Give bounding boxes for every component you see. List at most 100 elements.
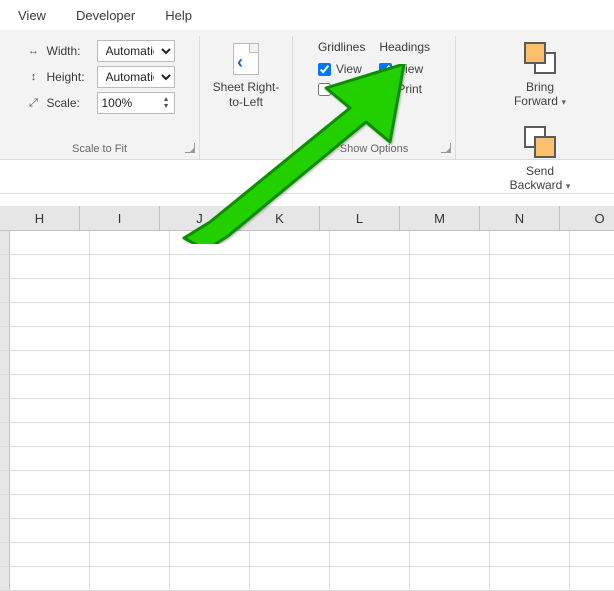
cell[interactable] xyxy=(410,327,490,350)
cell[interactable] xyxy=(410,399,490,422)
cell[interactable] xyxy=(410,567,490,590)
cell[interactable] xyxy=(410,279,490,302)
cell[interactable] xyxy=(10,351,90,374)
cell[interactable] xyxy=(250,375,330,398)
gridlines-print-row[interactable]: Print xyxy=(318,82,361,96)
menu-help[interactable]: Help xyxy=(151,4,206,27)
cell[interactable] xyxy=(10,495,90,518)
cell[interactable] xyxy=(490,519,570,542)
cell[interactable] xyxy=(250,543,330,566)
cell[interactable] xyxy=(250,567,330,590)
column-header[interactable]: M xyxy=(400,206,480,230)
cell[interactable] xyxy=(490,255,570,278)
scale-dialog-launcher[interactable] xyxy=(185,143,195,153)
row-header[interactable] xyxy=(0,375,10,398)
cell[interactable] xyxy=(10,447,90,470)
cell[interactable] xyxy=(170,567,250,590)
cell[interactable] xyxy=(570,471,614,494)
cell[interactable] xyxy=(330,327,410,350)
cell[interactable] xyxy=(90,255,170,278)
column-header[interactable]: O xyxy=(560,206,614,230)
cell[interactable] xyxy=(570,255,614,278)
column-header[interactable]: J xyxy=(160,206,240,230)
cell[interactable] xyxy=(410,303,490,326)
row-header[interactable] xyxy=(0,567,10,590)
cell[interactable] xyxy=(410,447,490,470)
sheet-rtl-button[interactable]: ‹ Sheet Right- to-Left xyxy=(213,40,280,110)
scale-spinner[interactable]: 100% ▲▼ xyxy=(97,92,175,114)
cell[interactable] xyxy=(410,471,490,494)
cell[interactable] xyxy=(10,231,90,254)
cell[interactable] xyxy=(250,495,330,518)
cell[interactable] xyxy=(570,447,614,470)
cell[interactable] xyxy=(330,447,410,470)
cell[interactable] xyxy=(170,231,250,254)
cell[interactable] xyxy=(490,231,570,254)
cell[interactable] xyxy=(10,327,90,350)
cell[interactable] xyxy=(90,471,170,494)
menu-developer[interactable]: Developer xyxy=(62,4,149,27)
cell[interactable] xyxy=(410,255,490,278)
column-header[interactable]: N xyxy=(480,206,560,230)
cell[interactable] xyxy=(10,303,90,326)
row-header[interactable] xyxy=(0,447,10,470)
gridlines-print-checkbox[interactable] xyxy=(318,83,331,96)
cell[interactable] xyxy=(490,447,570,470)
cell[interactable] xyxy=(330,279,410,302)
cell[interactable] xyxy=(250,447,330,470)
cell[interactable] xyxy=(490,567,570,590)
cell[interactable] xyxy=(250,423,330,446)
cell[interactable] xyxy=(90,543,170,566)
cell[interactable] xyxy=(330,567,410,590)
cell[interactable] xyxy=(570,399,614,422)
gridlines-view-checkbox[interactable] xyxy=(318,63,331,76)
cell[interactable] xyxy=(490,423,570,446)
cell[interactable] xyxy=(170,351,250,374)
cell[interactable] xyxy=(250,303,330,326)
cell[interactable] xyxy=(10,375,90,398)
cell[interactable] xyxy=(570,543,614,566)
cell[interactable] xyxy=(90,399,170,422)
cell[interactable] xyxy=(570,375,614,398)
headings-view-checkbox[interactable] xyxy=(379,63,392,76)
cell[interactable] xyxy=(250,519,330,542)
cell[interactable] xyxy=(90,231,170,254)
cell[interactable] xyxy=(170,447,250,470)
row-header[interactable] xyxy=(0,327,10,350)
row-header[interactable] xyxy=(0,471,10,494)
row-header[interactable] xyxy=(0,351,10,374)
cell[interactable] xyxy=(330,495,410,518)
cell[interactable] xyxy=(490,327,570,350)
cell[interactable] xyxy=(170,303,250,326)
cell[interactable] xyxy=(570,279,614,302)
cell[interactable] xyxy=(490,279,570,302)
cell[interactable] xyxy=(490,471,570,494)
bring-forward-button[interactable]: Bring Forward ▾ xyxy=(514,40,566,108)
cell[interactable] xyxy=(330,303,410,326)
cell[interactable] xyxy=(330,543,410,566)
row-header[interactable] xyxy=(0,255,10,278)
cell[interactable] xyxy=(330,399,410,422)
cell[interactable] xyxy=(330,423,410,446)
cell[interactable] xyxy=(250,351,330,374)
row-header[interactable] xyxy=(0,423,10,446)
cell[interactable] xyxy=(170,471,250,494)
cell[interactable] xyxy=(170,399,250,422)
show-options-dialog-launcher[interactable] xyxy=(441,143,451,153)
cell[interactable] xyxy=(10,399,90,422)
cell[interactable] xyxy=(410,495,490,518)
height-select[interactable]: Automatic xyxy=(97,66,175,88)
cell[interactable] xyxy=(410,231,490,254)
cell[interactable] xyxy=(570,231,614,254)
gridlines-view-row[interactable]: View xyxy=(318,62,362,76)
cell[interactable] xyxy=(10,543,90,566)
row-header[interactable] xyxy=(0,495,10,518)
cell[interactable] xyxy=(490,351,570,374)
cell[interactable] xyxy=(570,423,614,446)
cell[interactable] xyxy=(170,519,250,542)
cell[interactable] xyxy=(490,375,570,398)
cell[interactable] xyxy=(10,471,90,494)
cell[interactable] xyxy=(170,327,250,350)
cell[interactable] xyxy=(330,255,410,278)
cell[interactable] xyxy=(90,279,170,302)
